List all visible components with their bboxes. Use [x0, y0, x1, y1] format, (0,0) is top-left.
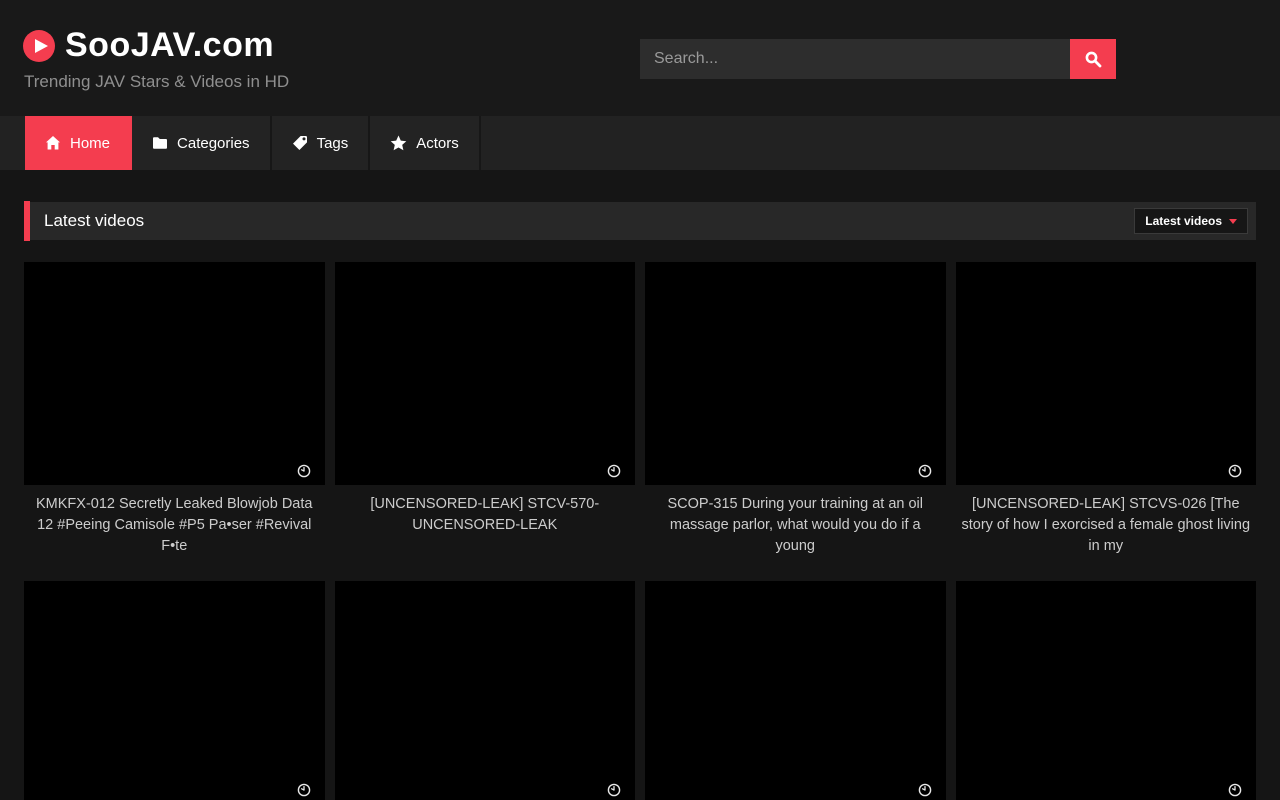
home-icon: [45, 135, 61, 151]
clock-icon: [918, 783, 932, 797]
folder-icon: [152, 135, 168, 151]
clock-icon: [607, 783, 621, 797]
video-thumbnail[interactable]: [24, 262, 325, 485]
main-content: Latest videos Latest videos KMKFX-012 Se…: [0, 202, 1280, 800]
section-header: Latest videos Latest videos: [24, 202, 1256, 240]
video-card: [UNCENSORED-LEAK] STCV-570-UNCENSORED-LE…: [335, 262, 636, 557]
video-thumbnail[interactable]: [645, 262, 946, 485]
video-card: KMKFX-012 Secretly Leaked Blowjob Data 1…: [24, 262, 325, 557]
play-logo-icon: [23, 30, 55, 62]
video-card: [UNCENSORED-LEAK] MLA-231 [3 shots in: [645, 581, 946, 800]
clock-icon: [297, 464, 311, 478]
video-card: NAMH-042 H Cup Big Tits Newcomer (170cm …: [24, 581, 325, 800]
clock-icon: [607, 464, 621, 478]
video-grid: KMKFX-012 Secretly Leaked Blowjob Data 1…: [24, 262, 1256, 800]
brand-link[interactable]: SooJAV.com Trending JAV Stars & Videos i…: [23, 26, 289, 92]
video-title[interactable]: KMKFX-012 Secretly Leaked Blowjob Data 1…: [29, 494, 320, 557]
search-button[interactable]: [1070, 39, 1116, 79]
nav-label: Actors: [416, 135, 459, 152]
star-icon: [390, 135, 407, 151]
nav-label: Home: [70, 135, 110, 152]
search-input[interactable]: [640, 39, 1070, 79]
clock-icon: [918, 464, 932, 478]
video-title[interactable]: [UNCENSORED-LEAK] STCV-570-UNCENSORED-LE…: [340, 494, 631, 536]
clock-icon: [297, 783, 311, 797]
video-thumbnail[interactable]: [645, 581, 946, 800]
nav-item-home[interactable]: Home: [25, 116, 132, 170]
video-card: [UNCENSORED-LEAK] STCVS-026 [The story o…: [956, 262, 1257, 557]
video-thumbnail[interactable]: [335, 581, 636, 800]
video-thumbnail[interactable]: [956, 581, 1257, 800]
nav-item-actors[interactable]: Actors: [370, 116, 481, 170]
search-icon: [1084, 50, 1102, 68]
video-title[interactable]: [UNCENSORED-LEAK] STCVS-026 [The story o…: [961, 494, 1252, 557]
tag-icon: [292, 135, 308, 151]
video-card: HPSM-186 Girl @ Era Alice: [956, 581, 1257, 800]
video-thumbnail[interactable]: [956, 262, 1257, 485]
sort-dropdown-label: Latest videos: [1145, 214, 1222, 228]
caret-down-icon: [1229, 219, 1237, 224]
site-title: SooJAV.com: [65, 26, 274, 65]
nav-item-tags[interactable]: Tags: [272, 116, 371, 170]
section-title: Latest videos: [44, 211, 144, 231]
search-form: [640, 39, 1116, 79]
video-card: SCOP-315 During your training at an oil …: [645, 262, 946, 557]
video-title[interactable]: SCOP-315 During your training at an oil …: [650, 494, 941, 557]
site-tagline: Trending JAV Stars & Videos in HD: [24, 72, 289, 92]
sort-dropdown-button[interactable]: Latest videos: [1134, 208, 1248, 234]
main-nav: Home Categories Tags Actors: [0, 116, 1280, 170]
section-accent-bar: [24, 201, 30, 241]
video-card: [UNCENSORED-LEAK] MXGS-1296 Absolutely: [335, 581, 636, 800]
clock-icon: [1228, 464, 1242, 478]
video-thumbnail[interactable]: [24, 581, 325, 800]
site-header: SooJAV.com Trending JAV Stars & Videos i…: [0, 0, 1280, 116]
nav-label: Tags: [317, 135, 349, 152]
clock-icon: [1228, 783, 1242, 797]
nav-label: Categories: [177, 135, 250, 152]
nav-item-categories[interactable]: Categories: [132, 116, 272, 170]
video-thumbnail[interactable]: [335, 262, 636, 485]
